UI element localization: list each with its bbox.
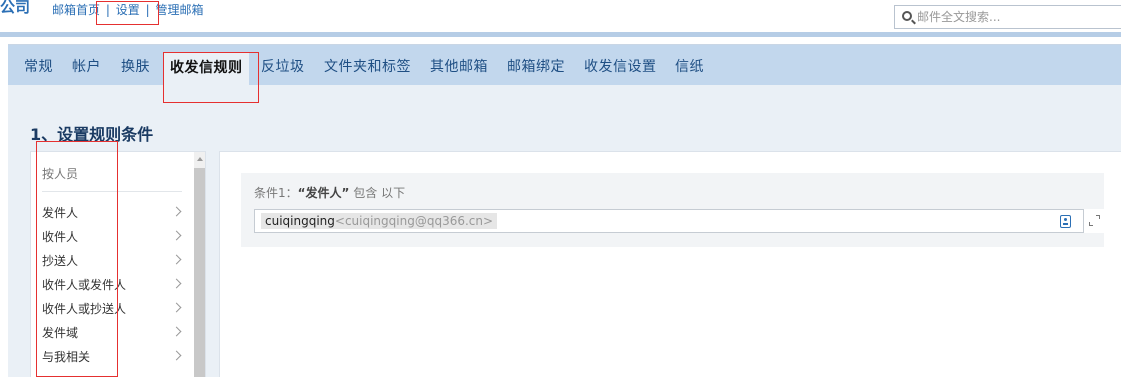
list-heading: 按人员 [42,167,79,181]
condition-prefix: 条件1： [254,186,298,200]
top-links: 邮箱首页 | 设置 | 管理邮箱 [52,1,203,18]
tab-anti-spam[interactable]: 反垃圾 [261,56,305,78]
list-item-recipient-or-cc[interactable]: 收件人或抄送人 [31,298,193,320]
list-item-label: 发件域 [42,326,79,340]
list-item-related-to-me[interactable]: 与我相关 [31,346,193,368]
address-book-icon[interactable] [1060,215,1071,228]
tab-other-mailboxes[interactable]: 其他邮箱 [430,56,488,78]
list-item-sender[interactable]: 发件人 [31,202,193,224]
condition-label: 条件1：“发件人” 包含 以下 [254,184,405,201]
search-icon[interactable] [902,11,912,21]
condition-type-list: 按人员 发件人 收件人 抄送人 收件人或发件人 收件人或抄送人 发件域 与我相关 [30,151,206,377]
section-title: 1、设置规则条件 [30,125,154,144]
expand-button[interactable] [1083,209,1105,233]
expand-arrow-icon [1089,222,1093,226]
tab-stationery[interactable]: 信纸 [675,56,704,78]
link-mailbox-home[interactable]: 邮箱首页 [52,3,100,17]
chevron-right-icon [171,254,182,265]
tab-skin[interactable]: 换肤 [121,56,150,78]
list-item-label: 收件人或发件人 [42,278,127,292]
list-item-label: 与我相关 [42,350,91,364]
tab-account[interactable]: 帐户 [72,56,101,78]
list-item-recipient[interactable]: 收件人 [31,226,193,248]
top-bar: 公司 邮箱首页 | 设置 | 管理邮箱 [0,0,1121,36]
condition-field-open: “ [297,186,306,200]
list-item-label: 抄送人 [42,254,79,268]
link-separator: | [145,3,150,17]
tab-general[interactable]: 常规 [24,56,53,78]
header-divider [0,32,1121,37]
search-box[interactable] [894,5,1121,29]
expand-arrow-icon [1096,215,1100,219]
condition-field: 发件人 [305,186,342,200]
logo: 公司 [0,0,31,16]
list-item-recipient-or-sender[interactable]: 收件人或发件人 [31,274,193,296]
chevron-right-icon [171,230,182,241]
list-scrollbar[interactable] [194,152,205,377]
chevron-right-icon [171,350,182,361]
tab-folders-labels[interactable]: 文件夹和标签 [324,56,411,78]
settings-panel: 常规 帐户 换肤 收发信规则 反垃圾 文件夹和标签 其他邮箱 邮箱绑定 收发信设… [8,44,1121,377]
chevron-right-icon [171,206,182,217]
link-separator: | [105,3,110,17]
tab-mailbox-binding[interactable]: 邮箱绑定 [507,56,565,78]
scrollbar-thumb[interactable] [194,168,205,377]
list-item-label: 发件人 [42,206,79,220]
condition-editor: 条件1：“发件人” 包含 以下 cuiqingqing<cuiqingqing@… [219,151,1121,377]
condition-value-input[interactable]: cuiqingqing<cuiqingqing@qq366.cn> [254,209,1105,233]
contact-chip[interactable]: cuiqingqing<cuiqingqing@qq366.cn> [261,213,498,229]
condition-operator: 包含 以下 [349,186,406,200]
list-item-cc[interactable]: 抄送人 [31,250,193,272]
chevron-right-icon [171,278,182,289]
link-manage-mailbox[interactable]: 管理邮箱 [155,3,203,17]
link-settings[interactable]: 设置 [116,3,140,17]
list-divider [42,191,182,192]
chip-address: <cuiqingqing@qq366.cn> [334,214,494,228]
condition-row: 条件1：“发件人” 包含 以下 cuiqingqing<cuiqingqing@… [241,173,1105,247]
tab-send-receive-settings[interactable]: 收发信设置 [584,56,657,78]
list-item-label: 收件人 [42,230,79,244]
scroll-up-icon[interactable] [197,157,203,161]
chip-name: cuiqingqing [265,214,335,228]
tab-mail-rules[interactable]: 收发信规则 [164,53,249,85]
settings-tab-bar: 常规 帐户 换肤 收发信规则 反垃圾 文件夹和标签 其他邮箱 邮箱绑定 收发信设… [8,45,1121,85]
list-item-label: 收件人或抄送人 [42,302,127,316]
chevron-right-icon [171,302,182,313]
chevron-right-icon [171,326,182,337]
search-input[interactable] [917,9,1117,25]
list-item-sender-domain[interactable]: 发件域 [31,322,193,344]
